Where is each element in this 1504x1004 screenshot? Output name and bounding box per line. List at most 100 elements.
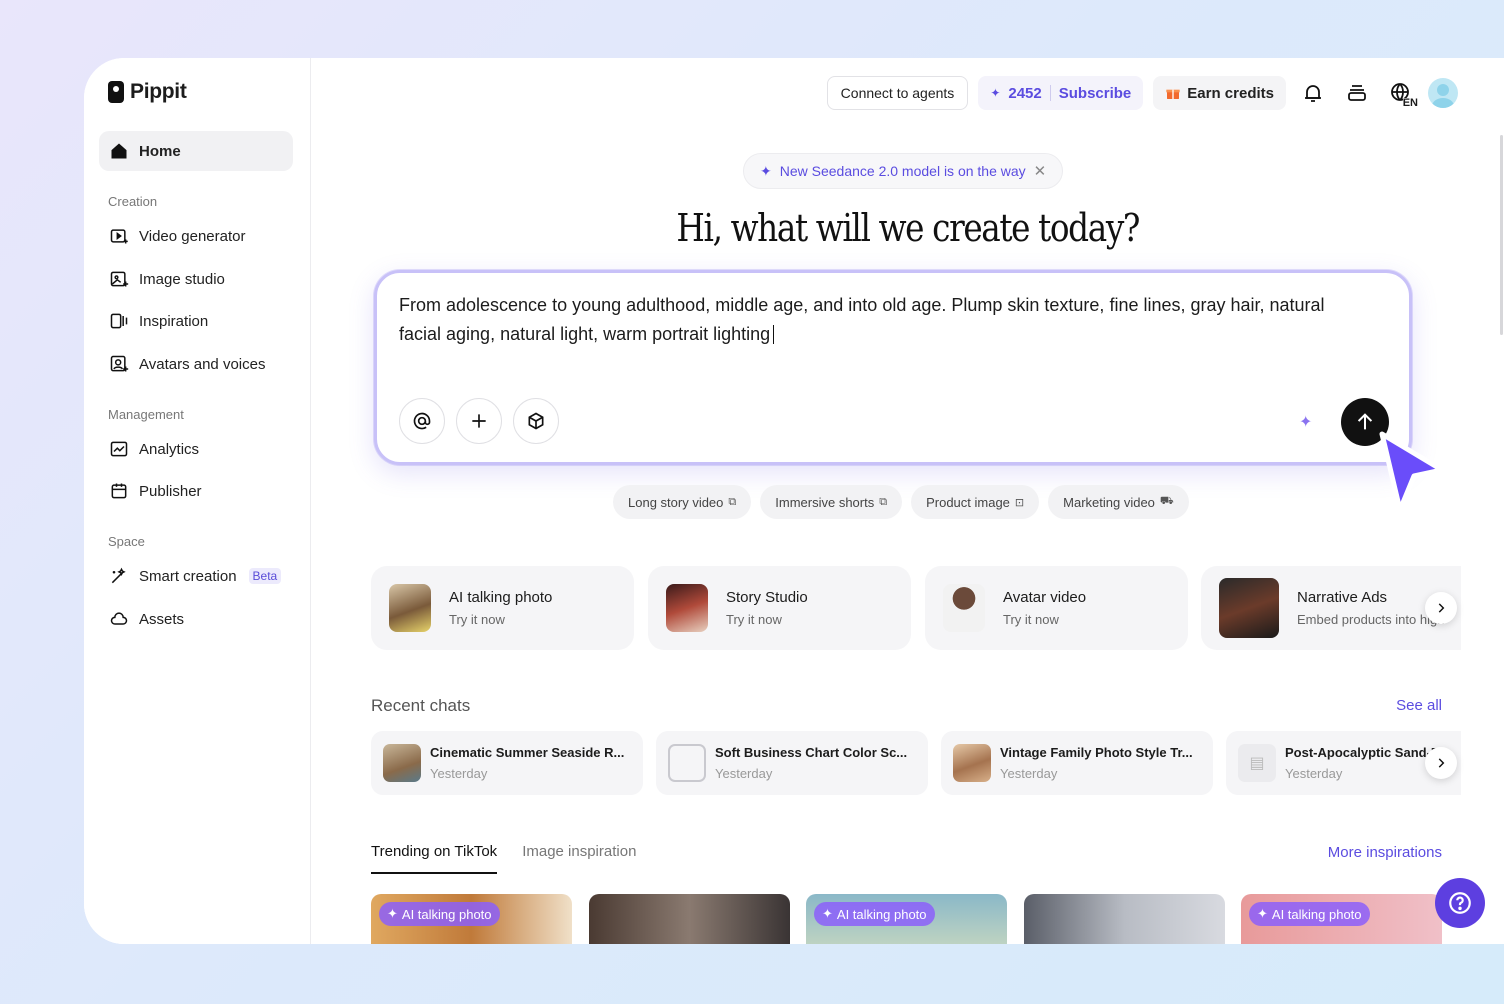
image-studio-icon — [110, 271, 129, 287]
image-icon: ⊡ — [1014, 496, 1025, 509]
chat-thumbnail — [383, 744, 421, 782]
shorts-icon: ⧉ — [879, 495, 888, 508]
sparkle-icon: ✦ — [822, 906, 833, 921]
mention-button[interactable] — [399, 398, 445, 444]
recent-chat-item[interactable]: Cinematic Summer Seaside R... Yesterday — [371, 731, 643, 795]
sparkle-icon: ✦ — [760, 162, 772, 179]
feature-card-narrative-ads[interactable]: Narrative Ads Embed products into high — [1201, 566, 1461, 650]
app-window: Pippit Home Creation Video generator Ima… — [84, 58, 1504, 944]
credits-subscribe-button[interactable]: ✦ 2452 Subscribe — [978, 76, 1144, 110]
quick-chips: Long story video ⧉ Immersive shorts ⧉ Prod… — [613, 485, 1189, 519]
prompt-input[interactable]: From adolescence to young adulthood, mid… — [399, 291, 1369, 348]
inspiration-card[interactable] — [589, 894, 790, 944]
sidebar-item-image-studio[interactable]: Image studio — [99, 259, 293, 299]
chevron-right-icon — [1438, 603, 1445, 613]
divider — [1049, 85, 1051, 101]
feature-thumbnail — [1219, 578, 1279, 638]
notifications-button[interactable] — [1296, 76, 1330, 110]
history-button[interactable] — [1340, 76, 1374, 110]
chat-thumbnail — [953, 744, 991, 782]
gift-icon — [1166, 89, 1180, 99]
inspiration-card[interactable]: ✦ AI talking photo — [371, 894, 572, 944]
scrollbar[interactable] — [1500, 135, 1503, 335]
recent-chat-item[interactable]: Vintage Family Photo Style Tr... Yesterda… — [941, 731, 1213, 795]
at-icon — [413, 412, 431, 430]
plus-icon — [472, 414, 486, 428]
inspiration-card[interactable]: ✦ AI talking photo — [1241, 894, 1442, 944]
add-attachment-button[interactable] — [456, 398, 502, 444]
logo-icon — [108, 81, 124, 103]
inspiration-card[interactable] — [1024, 894, 1225, 944]
section-label-creation: Creation — [108, 194, 158, 209]
stack-icon — [1348, 85, 1366, 101]
tab-trending-tiktok[interactable]: Trending on TikTok — [371, 843, 498, 874]
feature-card-avatar-video[interactable]: Avatar video Try it now — [925, 566, 1188, 650]
chevron-right-icon — [1438, 758, 1445, 768]
chip-immersive-shorts[interactable]: Immersive shorts ⧉ — [760, 485, 903, 519]
chip-marketing-video[interactable]: Marketing video ⛟ — [1048, 485, 1189, 519]
prompt-box[interactable]: From adolescence to young adulthood, mid… — [374, 270, 1412, 465]
subscribe-label: Subscribe — [1058, 84, 1132, 102]
avatars-icon — [110, 355, 129, 372]
sidebar: Pippit Home Creation Video generator Ima… — [84, 58, 311, 944]
page-title: Hi, what will we create today? — [676, 206, 1140, 250]
question-icon — [1449, 892, 1471, 914]
top-bar: Connect to agents ✦ 2452 Subscribe Earn … — [826, 76, 1458, 110]
sidebar-item-assets[interactable]: Assets — [99, 599, 293, 639]
feature-card-story-studio[interactable]: Story Studio Try it now — [648, 566, 911, 650]
feature-thumbnail — [666, 584, 708, 632]
pippit-logo[interactable]: Pippit — [108, 80, 187, 104]
announcement-banner[interactable]: ✦ New Seedance 2.0 model is on the way ✕ — [743, 153, 1064, 189]
earn-credits-button[interactable]: Earn credits — [1153, 76, 1286, 110]
cloud-icon — [110, 612, 128, 625]
feature-thumbnail — [389, 584, 431, 632]
credits-count: 2452 — [1008, 84, 1042, 102]
sparkle-icon: ✦ — [387, 906, 398, 921]
video-generator-icon — [110, 229, 128, 244]
calendar-icon — [111, 483, 127, 499]
language-button[interactable]: EN — [1384, 76, 1418, 110]
see-all-link[interactable]: See all — [1396, 697, 1442, 714]
sidebar-item-smart-creation[interactable]: Smart creation Beta — [99, 556, 293, 596]
close-icon[interactable]: ✕ — [1034, 162, 1047, 180]
section-label-space: Space — [108, 534, 145, 549]
chat-bubble-icon: ▤ — [1238, 744, 1276, 782]
sidebar-item-home[interactable]: Home — [99, 131, 293, 171]
sparkle-icon: ✦ — [1257, 906, 1268, 921]
text-caret — [773, 325, 775, 345]
features-next-button[interactable] — [1425, 592, 1457, 624]
broken-image-icon — [668, 744, 706, 782]
sidebar-item-publisher[interactable]: Publisher — [99, 471, 293, 511]
bell-icon — [1305, 85, 1321, 102]
cart-icon: ⛟ — [1159, 495, 1174, 507]
sidebar-item-avatars-voices[interactable]: Avatars and voices — [99, 344, 293, 384]
inspiration-tabs: Trending on TikTok Image inspiration — [371, 843, 636, 874]
chip-long-story-video[interactable]: Long story video ⧉ — [613, 485, 752, 519]
tab-image-inspiration[interactable]: Image inspiration — [522, 843, 636, 874]
beta-badge: Beta — [248, 568, 282, 584]
arrow-up-icon — [1357, 413, 1373, 430]
enhance-sparkle-icon[interactable]: ✦ — [1299, 412, 1312, 432]
sidebar-item-inspiration[interactable]: Inspiration — [99, 301, 293, 341]
pointer-cursor-icon — [1379, 431, 1445, 513]
ai-talking-photo-badge: ✦ AI talking photo — [814, 902, 935, 926]
user-avatar[interactable] — [1428, 78, 1458, 108]
connect-agents-button[interactable]: Connect to agents — [826, 76, 969, 110]
recent-chat-item[interactable]: Soft Business Chart Color Sc... Yesterday — [656, 731, 928, 795]
sidebar-item-analytics[interactable]: Analytics — [99, 429, 293, 469]
model-selector-button[interactable] — [513, 398, 559, 444]
language-code: EN — [1402, 97, 1418, 109]
home-icon — [111, 143, 127, 159]
inspiration-card[interactable]: ✦ AI talking photo — [806, 894, 1007, 944]
section-label-management: Management — [108, 407, 184, 422]
feature-card-ai-talking-photo[interactable]: AI talking photo Try it now — [371, 566, 634, 650]
recent-chats-title: Recent chats — [371, 696, 471, 715]
chip-product-image[interactable]: Product image ⊡ — [911, 485, 1040, 519]
magic-wand-icon — [111, 567, 126, 584]
help-button[interactable] — [1435, 878, 1485, 928]
ai-talking-photo-badge: ✦ AI talking photo — [379, 902, 500, 926]
cube-icon — [528, 412, 544, 430]
video-icon: ⧉ — [728, 495, 737, 508]
more-inspirations-link[interactable]: More inspirations — [1328, 844, 1442, 861]
recent-next-button[interactable] — [1425, 747, 1457, 779]
